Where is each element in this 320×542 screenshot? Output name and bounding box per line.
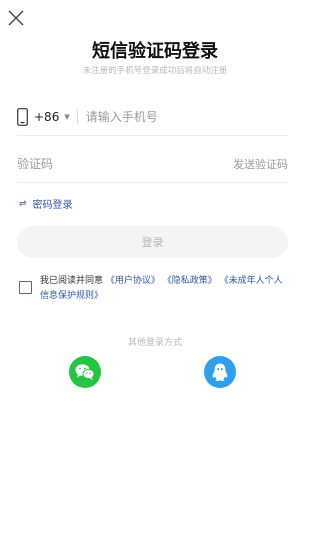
page-subtitle: 未注册的手机号登录成功后将自动注册 (82, 66, 228, 76)
country-code[interactable]: +86 (34, 110, 59, 124)
user-agreement-link[interactable]: 《用户协议》 (106, 276, 160, 286)
qq-login-button[interactable] (204, 356, 236, 388)
divider (76, 109, 78, 124)
send-code-button[interactable]: 发送验证码 (233, 156, 288, 172)
agreement-text: 我已阅读并同意 《用户协议》 《隐私政策》 《未成年人个人信息保护规则》 (40, 274, 290, 304)
swap-icon: ⇌ (19, 198, 27, 209)
privacy-policy-link[interactable]: 《隐私政策》 (163, 276, 217, 286)
code-row: 发送验证码 (17, 145, 288, 183)
code-input[interactable] (17, 156, 157, 171)
phone-row: +86 ▼ (17, 98, 288, 136)
phone-input[interactable] (85, 109, 216, 124)
password-login-label: 密码登录 (32, 200, 73, 211)
other-login-title: 其他登录方式 (127, 338, 182, 348)
page-title: 短信验证码登录 (92, 41, 218, 62)
password-login-link[interactable]: ⇌ 密码登录 (19, 196, 73, 212)
phone-icon (17, 107, 28, 126)
close-icon[interactable] (7, 9, 25, 27)
login-button[interactable]: 登录 (17, 226, 288, 258)
chevron-down-icon[interactable]: ▼ (64, 113, 69, 121)
agreement-checkbox[interactable] (19, 281, 32, 294)
agreement-prefix: 我已阅读并同意 (40, 276, 104, 286)
wechat-login-button[interactable] (69, 356, 101, 388)
wechat-icon (75, 364, 95, 380)
qq-icon (212, 363, 228, 381)
